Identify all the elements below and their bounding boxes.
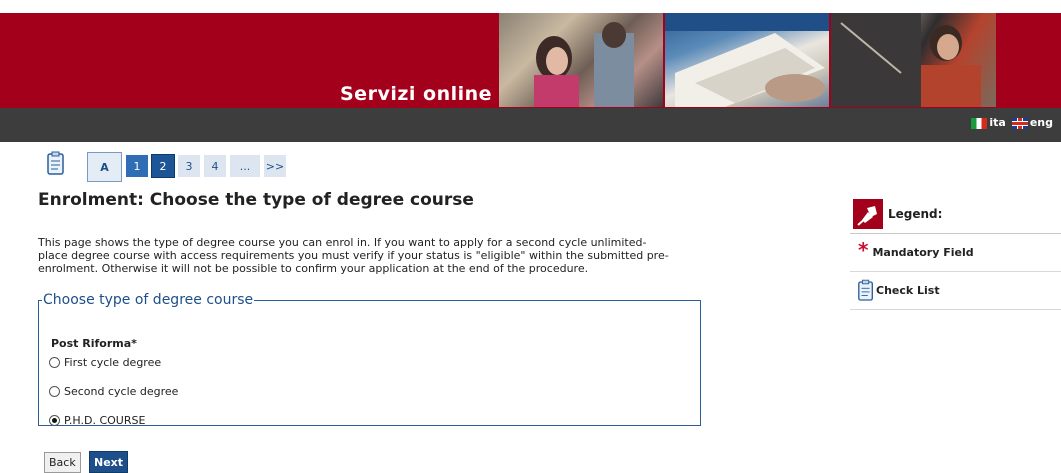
step-a[interactable]: A (87, 152, 122, 182)
radio-second-cycle[interactable] (49, 386, 60, 397)
legend-panel: Legend: * Mandatory Field Check List (850, 195, 1061, 310)
back-button[interactable]: Back (44, 452, 81, 473)
intro-line: enrolment. Otherwise it will not be poss… (38, 262, 589, 275)
step-1[interactable]: 1 (126, 155, 148, 177)
italy-flag-icon (971, 117, 988, 129)
legend-mandatory-label: Mandatory Field (872, 246, 974, 259)
option-second-cycle[interactable]: Second cycle degree (49, 385, 178, 398)
option-label: Second cycle degree (64, 385, 179, 398)
header-photo-classroom (831, 13, 996, 107)
top-strip (0, 0, 1061, 13)
lang-eng-link[interactable]: eng (1011, 116, 1053, 129)
next-button[interactable]: Next (89, 451, 129, 473)
radio-phd-course[interactable] (49, 415, 60, 426)
legend-header: Legend: (850, 195, 1061, 234)
uk-flag-icon (1011, 117, 1028, 129)
legend-checklist-label: Check List (876, 284, 940, 297)
legend-title: Legend: (888, 207, 943, 221)
intro-line: place degree course with access requirem… (38, 249, 669, 262)
degree-type-fieldset: Choose type of degree course Post Riform… (38, 292, 701, 427)
post-riforma-label: Post Riforma* (51, 337, 137, 350)
header-photo-students (499, 13, 663, 107)
lang-ita-label: ita (989, 116, 1006, 129)
option-phd-course[interactable]: P.H.D. COURSE (49, 414, 145, 427)
option-label: First cycle degree (64, 356, 162, 369)
step-navigation: A 1 2 3 4 ... >> (87, 152, 286, 182)
page-intro: This page shows the type of degree cours… (38, 236, 708, 275)
checklist-icon (858, 279, 873, 301)
site-brand: Servizi online (340, 83, 493, 105)
step-3[interactable]: 3 (178, 155, 200, 177)
option-first-cycle[interactable]: First cycle degree (49, 356, 161, 369)
intro-line: This page shows the type of degree cours… (38, 236, 647, 249)
header-photo-documents (665, 13, 829, 107)
lang-ita-link[interactable]: ita (971, 116, 1006, 129)
lang-eng-label: eng (1029, 116, 1053, 129)
legend-mandatory-row: * Mandatory Field (850, 234, 1061, 272)
radio-first-cycle[interactable] (49, 357, 60, 368)
top-nav-bar (0, 108, 1061, 142)
language-switcher: ita eng (971, 116, 1053, 129)
legend-checklist-row: Check List (850, 272, 1061, 310)
step-4[interactable]: 4 (204, 155, 226, 177)
pin-icon (853, 199, 883, 229)
option-label: P.H.D. COURSE (64, 414, 146, 427)
asterisk-icon: * (858, 237, 869, 262)
step-more[interactable]: ... (230, 155, 260, 177)
fieldset-legend: Choose type of degree course (43, 292, 254, 308)
step-next-arrow[interactable]: >> (264, 155, 286, 177)
checklist-icon (47, 151, 64, 175)
page-title: Enrolment: Choose the type of degree cou… (38, 190, 474, 210)
step-2-current[interactable]: 2 (151, 154, 175, 178)
